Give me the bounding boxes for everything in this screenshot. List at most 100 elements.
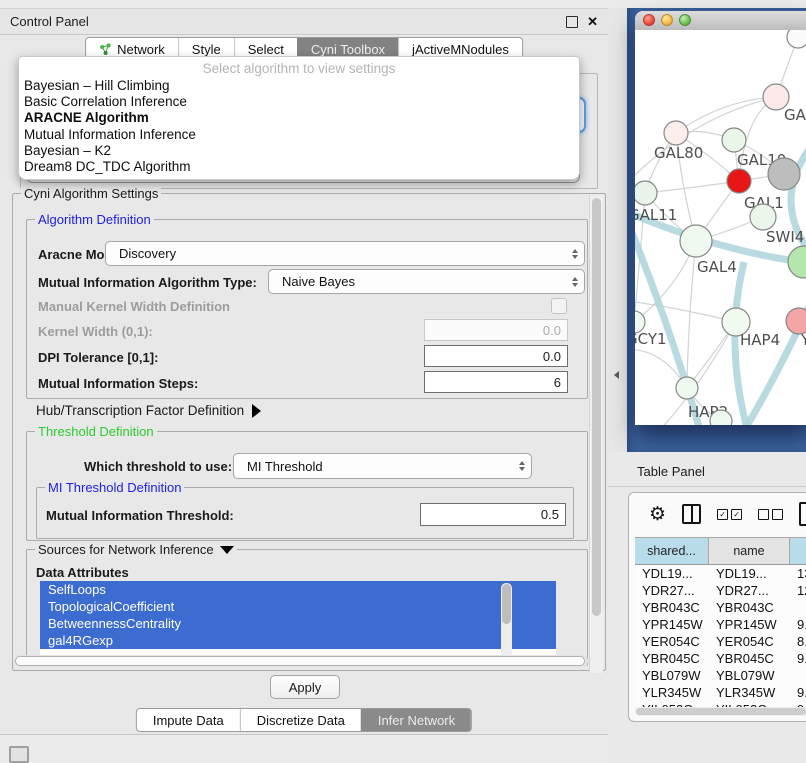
table-row[interactable]: YER054CYER054C8.	[635, 633, 806, 650]
table-row[interactable]: YBR043CYBR043C	[635, 599, 806, 616]
collapse-left-icon[interactable]	[614, 371, 619, 379]
hide-all-columns-icon[interactable]	[758, 509, 783, 520]
scrollbar-thumb[interactable]	[636, 708, 806, 715]
table-cell[interactable]: YBR045C	[709, 650, 790, 667]
table-cell[interactable]: YDR27...	[635, 582, 709, 599]
network-edge[interactable]	[635, 300, 736, 322]
network-node-gal4[interactable]	[680, 225, 712, 257]
kernel-width-field[interactable]: 0.0	[424, 319, 568, 341]
tab-infer-network[interactable]: Infer Network	[361, 709, 471, 731]
which-threshold-combobox[interactable]: MI Threshold	[233, 453, 532, 479]
algorithm-option[interactable]: Basic Correlation Inference	[19, 94, 579, 110]
manual-kernel-checkbox[interactable]	[551, 298, 567, 314]
network-node-hap2[interactable]	[676, 377, 698, 399]
table-cell[interactable]: YDR27...	[709, 582, 790, 599]
table-cell[interactable]: YER054C	[709, 633, 790, 650]
table-cell[interactable]: YBR045C	[635, 650, 709, 667]
network-node-gal11[interactable]	[635, 181, 657, 205]
column-header-shared-name[interactable]: shared...	[635, 538, 709, 564]
split-columns-icon[interactable]	[682, 504, 701, 524]
attributes-list-scrollbar[interactable]	[501, 583, 512, 657]
table-row[interactable]: YBL079WYBL079W	[635, 667, 806, 684]
network-node[interactable]	[768, 158, 800, 190]
network-edge[interactable]	[645, 181, 739, 193]
attribute-list-item[interactable]: BetweennessCentrality	[40, 615, 556, 632]
float-window-icon[interactable]	[566, 16, 578, 28]
algorithm-option[interactable]: Mutual Information Inference	[19, 127, 579, 143]
table-cell[interactable]: YBR043C	[635, 599, 709, 616]
attribute-list-item[interactable]: gal4RGexp	[40, 632, 556, 649]
table-cell[interactable]: 12	[790, 582, 806, 599]
zoom-traffic-light-icon[interactable]	[679, 14, 691, 26]
dock-panel-mini-button[interactable]	[9, 746, 29, 763]
table-row[interactable]: YDL19...YDL19...13	[635, 565, 806, 582]
show-all-columns-icon[interactable]: ✓✓	[717, 509, 742, 520]
network-node[interactable]	[788, 246, 806, 278]
table-cell[interactable]: YBR043C	[709, 599, 790, 616]
table-cell[interactable]: YPR145W	[709, 616, 790, 633]
panel-splitter[interactable]	[608, 8, 628, 452]
table-cell[interactable]: 9.	[790, 616, 806, 633]
dpi-tolerance-field[interactable]: 0.0	[424, 345, 568, 367]
network-node[interactable]	[787, 30, 806, 48]
table-cell[interactable]: YDL19...	[709, 565, 790, 582]
algorithm-option[interactable]: ARACNE Algorithm	[19, 110, 579, 126]
column-header-clipped[interactable]: A	[790, 538, 806, 564]
table-row[interactable]: YBR045CYBR045C9.	[635, 650, 806, 667]
table-cell[interactable]: YLR345W	[709, 684, 790, 701]
attribute-list-item[interactable]: SelfLoops	[40, 581, 556, 598]
algorithm-option[interactable]: Bayesian – Hill Climbing	[19, 78, 579, 94]
table-cell[interactable]: 9.	[790, 650, 806, 667]
network-node-gal80[interactable]	[664, 121, 688, 145]
table-cell[interactable]: YLR345W	[635, 684, 709, 701]
column-header-name[interactable]: name	[709, 538, 790, 564]
panel-title: Control Panel	[10, 14, 89, 29]
table-row[interactable]: YPR145WYPR145W9.	[635, 616, 806, 633]
tab-discretize-data[interactable]: Discretize Data	[240, 709, 361, 731]
network-view-window[interactable]: GALGAL80GAL10GAL1GAL11SWI4GAL4GCY1HAP4YH…	[635, 11, 806, 425]
mi-threshold-field[interactable]: 0.5	[420, 503, 566, 526]
table-cell[interactable]: YBL079W	[709, 667, 790, 684]
network-node-gal1[interactable]	[727, 169, 751, 193]
network-canvas[interactable]: GALGAL80GAL10GAL1GAL11SWI4GAL4GCY1HAP4YH…	[635, 30, 806, 425]
network-node-gal10[interactable]	[722, 128, 746, 152]
settings-gear-icon[interactable]: ⚙	[649, 505, 666, 524]
network-edge[interactable]	[676, 97, 776, 133]
scrollbar-thumb[interactable]	[592, 198, 601, 616]
hub-section-toggle[interactable]: Hub/Transcription Factor Definition	[36, 403, 261, 418]
apply-button[interactable]: Apply	[270, 675, 340, 699]
table-cell[interactable]: YPR145W	[635, 616, 709, 633]
table-cell[interactable]: YER054C	[635, 633, 709, 650]
close-icon[interactable]: ✕	[587, 15, 598, 28]
settings-vertical-scrollbar[interactable]	[589, 195, 603, 673]
scrollbar-thumb[interactable]	[15, 656, 585, 666]
network-edge[interactable]	[687, 241, 696, 388]
network-node-swi4[interactable]	[750, 204, 776, 230]
sources-group-title[interactable]: Sources for Network Inference	[35, 542, 237, 557]
table-cell[interactable]: YDL19...	[635, 565, 709, 582]
attribute-list-item[interactable]: TopologicalCoefficient	[40, 598, 556, 615]
table-row[interactable]: YDR27...YDR27...12	[635, 582, 806, 599]
minimize-traffic-light-icon[interactable]	[661, 14, 673, 26]
document-icon[interactable]	[799, 502, 806, 526]
table-cell[interactable]: 8.	[790, 633, 806, 650]
table-horizontal-scrollbar[interactable]	[635, 707, 806, 716]
table-cell[interactable]	[790, 667, 806, 684]
algorithm-option[interactable]: Bayesian – K2	[19, 143, 579, 159]
tab-impute-data[interactable]: Impute Data	[137, 709, 240, 731]
mi-steps-field[interactable]: 6	[424, 371, 568, 393]
aracne-mode-combobox[interactable]: Discovery	[105, 241, 585, 266]
table-cell[interactable]: YBL079W	[635, 667, 709, 684]
mi-type-combobox[interactable]: Naive Bayes	[268, 269, 585, 294]
table-cell[interactable]: 9.	[790, 684, 806, 701]
table-body[interactable]: YDL19...YDL19...13YDR27...YDR27...12YBR0…	[635, 565, 806, 707]
settings-horizontal-scrollbar[interactable]	[14, 655, 588, 667]
table-cell[interactable]: 13	[790, 565, 806, 582]
table-row[interactable]: YLR345WYLR345W9.	[635, 684, 806, 701]
close-traffic-light-icon[interactable]	[643, 14, 655, 26]
data-attributes-list[interactable]: SelfLoopsTopologicalCoefficientBetweenne…	[40, 581, 556, 661]
network-window-titlebar[interactable]	[635, 11, 806, 31]
table-cell[interactable]	[790, 599, 806, 616]
algorithm-option[interactable]: Dream8 DC_TDC Algorithm	[19, 159, 579, 175]
network-edge[interactable]	[635, 97, 776, 188]
